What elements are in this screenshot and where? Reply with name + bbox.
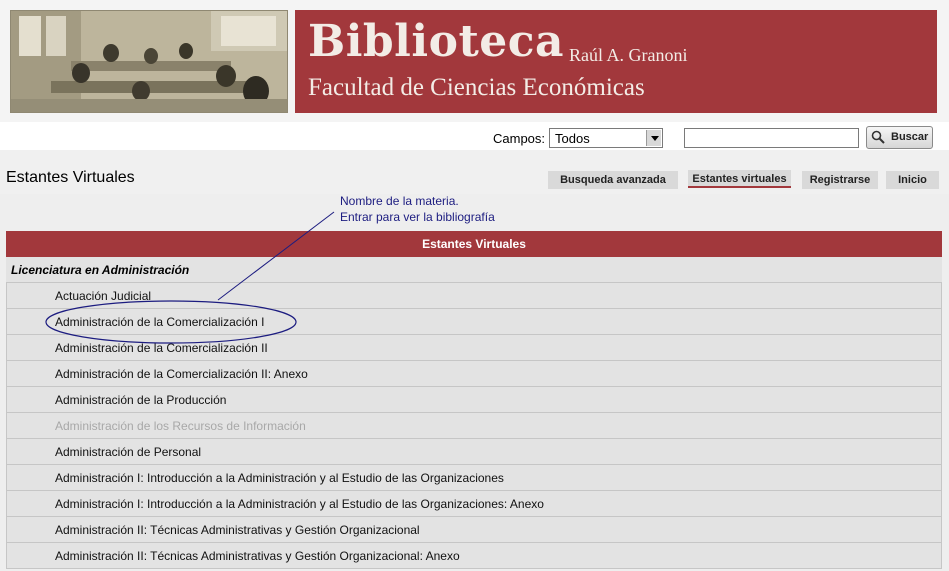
nav-registrarse[interactable]: Registrarse <box>802 171 878 189</box>
nav-busqueda-avanzada[interactable]: Busqueda avanzada <box>548 171 678 189</box>
table-row[interactable]: Administración II: Técnicas Administrati… <box>6 517 942 543</box>
library-banner: Biblioteca Raúl A. Granoni Facultad de C… <box>295 10 937 113</box>
annotation-line-2: Entrar para ver la bibliografía <box>340 210 495 224</box>
banner-title: Biblioteca <box>308 16 565 67</box>
table-row[interactable]: Administración de la Comercialización I <box>6 309 942 335</box>
nav-estantes-virtuales[interactable]: Estantes virtuales <box>688 170 791 188</box>
search-button[interactable]: Buscar <box>866 126 933 149</box>
page-title: Estantes Virtuales <box>6 169 135 186</box>
table-row[interactable]: Administración de la Comercialización II… <box>6 361 942 387</box>
table-row[interactable]: Administración de la Comercialización II <box>6 335 942 361</box>
search-input[interactable] <box>684 128 859 148</box>
table-row[interactable]: Administración de la Producción <box>6 387 942 413</box>
table-row[interactable]: Administración I: Introducción a la Admi… <box>6 465 942 491</box>
banner-subtitle: Facultad de Ciencias Económicas <box>308 74 645 101</box>
table-header: Estantes Virtuales <box>6 231 942 257</box>
search-button-label: Buscar <box>891 131 929 143</box>
table-row-disabled: Administración de los Recursos de Inform… <box>6 413 942 439</box>
library-photo <box>10 10 288 113</box>
table-row[interactable]: Administración de Personal <box>6 439 942 465</box>
table-row[interactable]: Administración II: Técnicas Administrati… <box>6 543 942 569</box>
campos-selected-value: Todos <box>555 131 590 146</box>
category-row: Licenciatura en Administración <box>6 257 942 283</box>
campos-label: Campos: <box>493 131 546 146</box>
annotation-line-1: Nombre de la materia. <box>340 194 459 208</box>
table-row[interactable]: Administración I: Introducción a la Admi… <box>6 491 942 517</box>
library-photo-image <box>11 11 287 112</box>
table-row[interactable]: Actuación Judicial <box>6 283 942 309</box>
campos-select[interactable]: Todos <box>549 128 663 148</box>
estantes-table: Estantes Virtuales Licenciatura en Admin… <box>6 231 942 569</box>
nav-inicio[interactable]: Inicio <box>886 171 939 189</box>
chevron-down-icon[interactable] <box>646 130 661 146</box>
banner-author: Raúl A. Granoni <box>569 45 688 65</box>
search-icon <box>871 130 885 144</box>
